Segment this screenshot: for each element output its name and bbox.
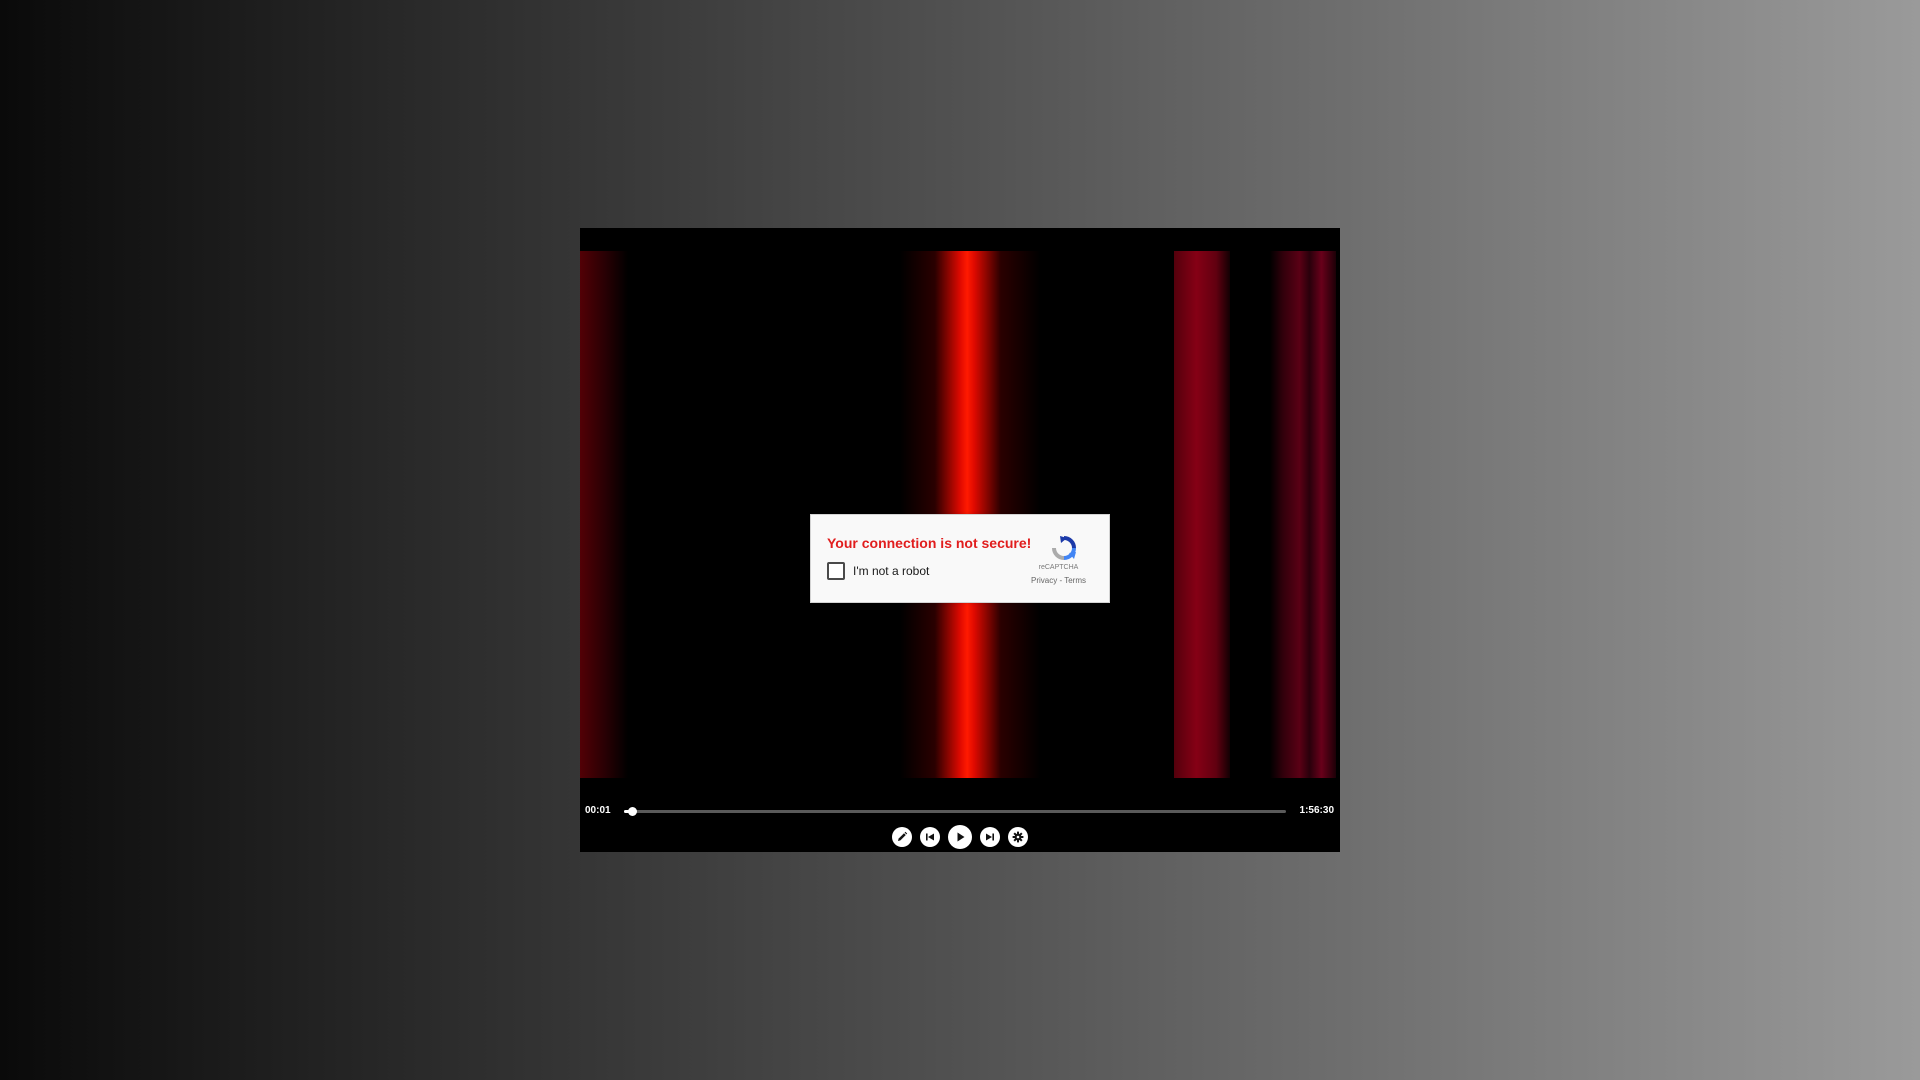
- total-time: 1:56:30: [1299, 805, 1334, 816]
- player-controls: [580, 825, 1340, 849]
- captcha-warning-text: Your connection is not secure!: [827, 535, 1032, 551]
- previous-button[interactable]: [920, 827, 940, 847]
- progress-handle[interactable]: [627, 807, 637, 816]
- recaptcha-brand: reCAPTCHA: [1038, 564, 1079, 571]
- skip-next-icon: [986, 833, 994, 841]
- video-player[interactable]: Your connection is not secure! I'm not a…: [580, 228, 1340, 852]
- current-time: 00:01: [585, 805, 611, 816]
- play-icon: [957, 832, 965, 842]
- red-light-beam: [580, 251, 628, 778]
- captcha-checkbox[interactable]: [827, 562, 845, 580]
- next-button[interactable]: [980, 827, 1000, 847]
- progress-bar[interactable]: [624, 807, 1286, 816]
- captcha-checkbox-label[interactable]: I'm not a robot: [853, 564, 929, 578]
- terms-link[interactable]: Terms: [1064, 576, 1086, 585]
- edit-button[interactable]: [892, 827, 912, 847]
- play-button[interactable]: [948, 825, 972, 849]
- privacy-link[interactable]: Privacy: [1031, 576, 1057, 585]
- red-light-beam: [1270, 251, 1336, 778]
- edit-icon: [898, 831, 908, 841]
- recaptcha-logo-icon: [1052, 536, 1076, 560]
- skip-previous-icon: [926, 833, 934, 841]
- red-light-beam: [1174, 251, 1230, 778]
- gear-icon: [1012, 831, 1024, 843]
- video-frame[interactable]: Your connection is not secure! I'm not a…: [580, 251, 1340, 778]
- captcha-dialog: Your connection is not secure! I'm not a…: [810, 514, 1110, 603]
- recaptcha-links: Privacy - Terms: [1011, 576, 1106, 585]
- settings-button[interactable]: [1008, 827, 1028, 847]
